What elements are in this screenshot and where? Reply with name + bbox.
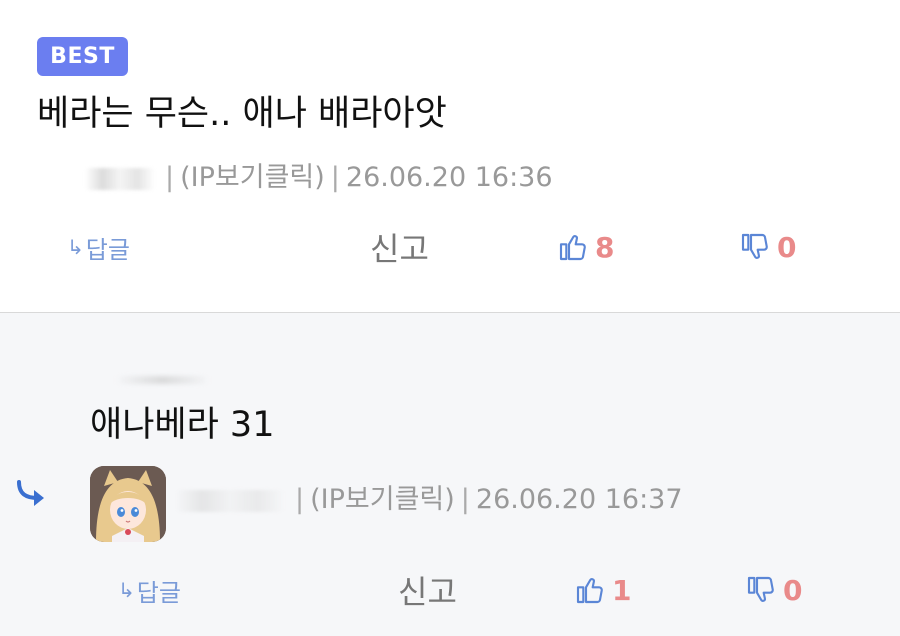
like-count: 1	[612, 573, 632, 607]
reply-comment-actions: ↳ 답글 신고 1 0	[0, 570, 900, 611]
comment-date: 26.06.20 16:37	[475, 484, 683, 515]
reply-arrow-icon: ↳	[67, 235, 84, 259]
avatar[interactable]	[90, 466, 166, 542]
dislike-count: 0	[783, 573, 803, 607]
best-comment: BEST 베라는 무슨.. 애나 배라아앗 | (IP보기클릭) | 26.06.20…	[0, 0, 900, 312]
ip-view-link[interactable]: (IP보기클릭)	[180, 162, 325, 193]
comment-date: 26.06.20 16:36	[345, 162, 553, 193]
meta-separator: |	[460, 484, 470, 515]
reply-button[interactable]: ↳ 답글	[118, 570, 181, 610]
dislike-button[interactable]: 0	[745, 570, 802, 610]
reply-comment-text: 애나베라 31	[90, 405, 275, 445]
like-button[interactable]: 8	[557, 227, 614, 267]
meta-separator: |	[295, 484, 305, 515]
author-name-blurred	[85, 167, 155, 190]
comment-meta: | (IP보기클릭) | 26.06.20 16:36	[85, 161, 553, 195]
thumbs-down-icon	[741, 233, 768, 259]
thumbs-up-icon	[576, 578, 603, 604]
report-button[interactable]: 신고	[398, 570, 457, 611]
meta-separator: |	[330, 162, 340, 193]
ip-view-link[interactable]: (IP보기클릭)	[310, 484, 455, 515]
dislike-count: 0	[777, 230, 797, 264]
best-badge: BEST	[37, 37, 128, 76]
thumbs-down-icon	[747, 576, 774, 602]
blurred-text	[115, 376, 210, 384]
reply-button[interactable]: ↳ 답글	[67, 227, 130, 267]
report-button[interactable]: 신고	[370, 227, 429, 268]
author-name-blurred	[175, 489, 285, 512]
reply-label: 답글	[85, 235, 130, 264]
like-count: 8	[595, 230, 615, 264]
comment-actions: ↳ 답글 신고 8 0	[0, 227, 900, 268]
reply-comment-meta: | (IP보기클릭) | 26.06.20 16:37	[175, 483, 683, 517]
reply-indicator-icon	[17, 480, 44, 506]
avatar-image	[90, 466, 166, 542]
reply-label: 답글	[136, 578, 181, 607]
like-button[interactable]: 1	[574, 570, 631, 610]
reply-arrow-icon: ↳	[118, 578, 135, 602]
thumbs-up-icon	[559, 235, 586, 261]
comment-text: 베라는 무슨.. 애나 배라아앗	[37, 94, 447, 134]
meta-separator: |	[165, 162, 175, 193]
dislike-button[interactable]: 0	[739, 227, 796, 267]
